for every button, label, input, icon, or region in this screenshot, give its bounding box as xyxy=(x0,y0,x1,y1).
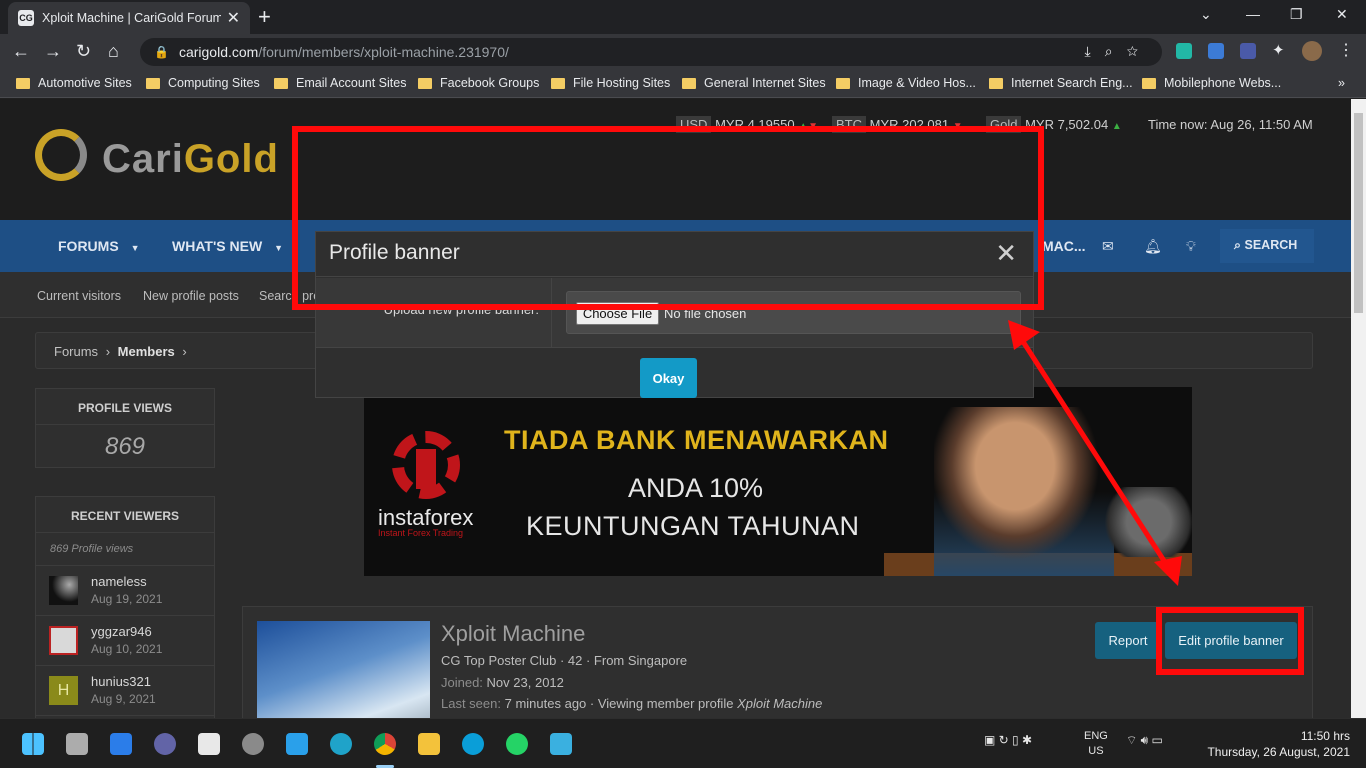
tray-app-icons[interactable]: ▣ ↻ ▯ ✱ xyxy=(984,733,1032,747)
start-icon[interactable] xyxy=(22,733,44,755)
annotation-arrow-icon xyxy=(1008,320,1182,586)
screen: CG Xploit Machine | CariGold Forum ✕ + ⌄… xyxy=(0,0,1366,768)
edge-browser-icon[interactable] xyxy=(330,733,352,755)
clock-date: Thursday, 26 August, 2021 xyxy=(1207,745,1350,759)
clock-time: 11:50 hrs xyxy=(1300,729,1350,743)
skype-icon[interactable] xyxy=(462,733,484,755)
store-icon[interactable] xyxy=(198,733,220,755)
notepad-icon[interactable] xyxy=(550,733,572,755)
network-volume-battery-icons[interactable]: ⌔ 🔊︎ ▭ xyxy=(1126,733,1163,748)
whatsapp-icon[interactable] xyxy=(506,733,528,755)
phone-link-icon[interactable] xyxy=(286,733,308,755)
system-clock[interactable]: 11:50 hrs Thursday, 26 August, 2021 xyxy=(1207,728,1350,760)
widgets-icon[interactable] xyxy=(110,733,132,755)
windows-taskbar: ▣ ↻ ▯ ✱ ENG US ⌔ 🔊︎ ▭ 11:50 hrs Thursday,… xyxy=(0,718,1366,768)
teams-chat-icon[interactable] xyxy=(154,733,176,755)
language-indicator[interactable]: ENG US xyxy=(1084,729,1108,759)
task-view-icon[interactable] xyxy=(66,733,88,755)
settings-gear-icon[interactable] xyxy=(242,733,264,755)
chrome-browser-icon[interactable] xyxy=(374,733,396,755)
file-explorer-icon[interactable] xyxy=(418,733,440,755)
